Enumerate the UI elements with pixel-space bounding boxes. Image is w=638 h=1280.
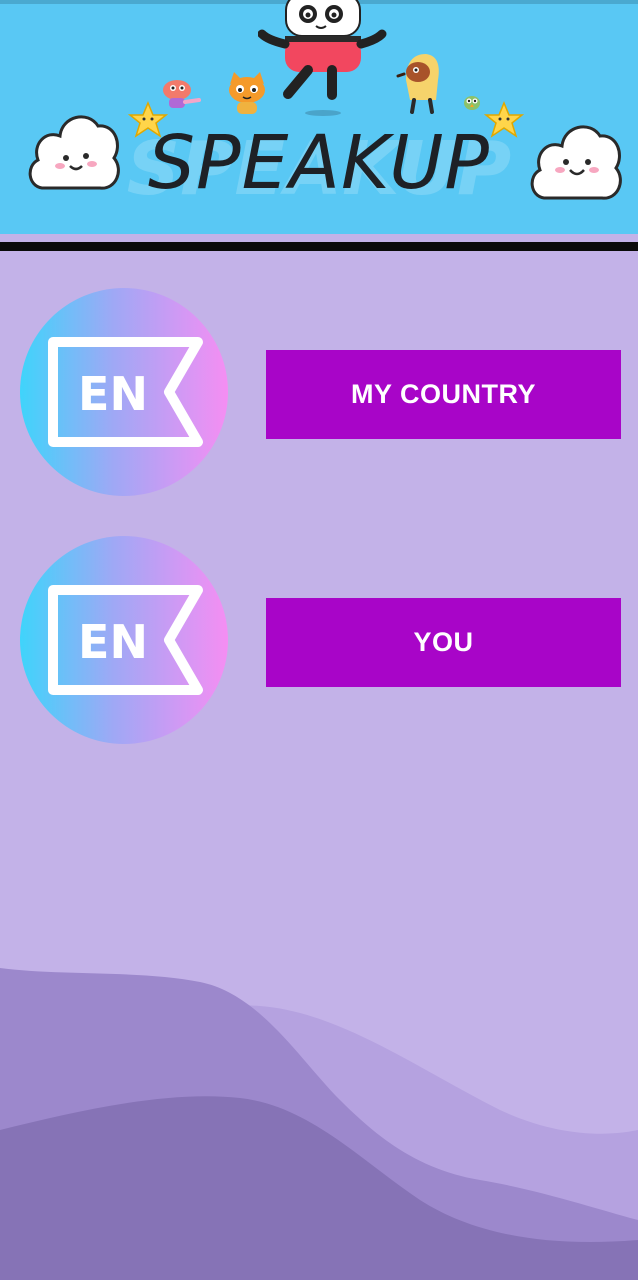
background-waves (0, 968, 638, 1280)
en-banner-icon: EN (48, 337, 203, 447)
hooded-character (396, 54, 439, 114)
en-icon-label: EN (78, 367, 148, 421)
header-banner: SPEAKUP SPEAKUP (0, 0, 638, 236)
bird-character (163, 80, 201, 108)
header-divider (0, 242, 638, 251)
you-button[interactable]: YOU (266, 598, 621, 687)
panda-character (258, 0, 387, 116)
en-banner-icon: EN (48, 585, 203, 695)
cat-character (229, 72, 265, 114)
lesson-item: EN MY COUNTRY (0, 288, 638, 498)
lesson-item: EN YOU (0, 536, 638, 746)
en-icon-label: EN (78, 615, 148, 669)
my-country-button[interactable]: MY COUNTRY (266, 350, 621, 439)
en-flag-icon[interactable]: EN (20, 288, 228, 496)
small-bird-icon (464, 96, 480, 110)
en-flag-icon[interactable]: EN (20, 536, 228, 744)
app-screen: SPEAKUP SPEAKUP EN MY COUNTRY EN YOU (0, 0, 638, 1280)
app-title: SPEAKUP (148, 120, 490, 206)
banner-bottom-strip (0, 234, 638, 242)
